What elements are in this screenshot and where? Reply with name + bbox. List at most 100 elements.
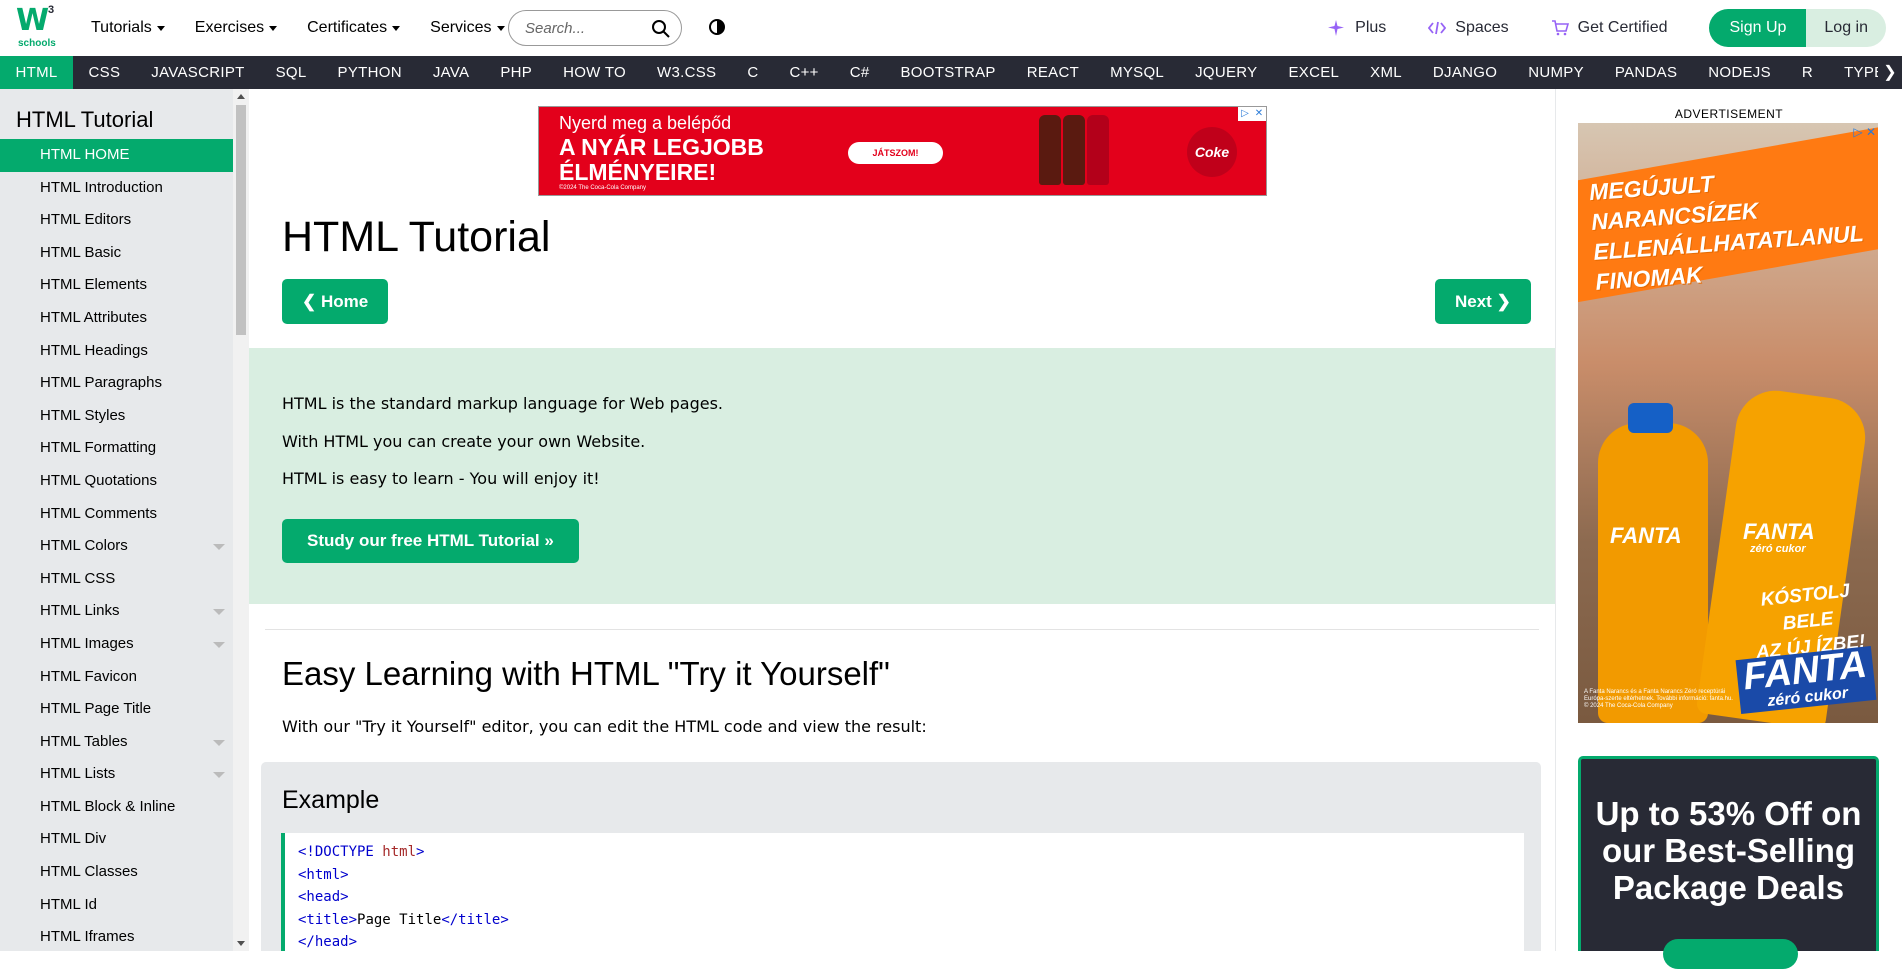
bottle-label: FANTA bbox=[1743, 519, 1815, 544]
intro-text: With HTML you can create your own Websit… bbox=[282, 432, 646, 451]
sidebar-item[interactable]: HTML Quotations bbox=[0, 465, 233, 498]
sidebar-item[interactable]: HTML Comments bbox=[0, 498, 233, 531]
sidebar-item[interactable]: HTML Elements bbox=[0, 269, 233, 302]
menu-exercises[interactable]: Exercises bbox=[195, 19, 278, 37]
sidebar-item[interactable]: HTML Div bbox=[0, 823, 233, 856]
expand-icon[interactable] bbox=[213, 641, 225, 648]
sidebar-item[interactable]: HTML Classes bbox=[0, 856, 233, 889]
sidebar-scrollbar[interactable] bbox=[233, 89, 249, 951]
ad-close-icon[interactable]: ▷ ✕ bbox=[1853, 125, 1876, 139]
log-in-button[interactable]: Log in bbox=[1806, 9, 1886, 47]
sidebar-item[interactable]: HTML HOME bbox=[0, 139, 233, 172]
contrast-toggle-icon[interactable] bbox=[708, 18, 726, 36]
code-icon bbox=[1428, 21, 1447, 35]
code-line: <title>Page Title</title> bbox=[298, 909, 1524, 932]
sidebar-item[interactable]: HTML Styles bbox=[0, 400, 233, 433]
subject-mysql[interactable]: MYSQL bbox=[1095, 56, 1180, 89]
subject-django[interactable]: DJANGO bbox=[1417, 56, 1512, 89]
promo-banner[interactable]: Up to 53% Off on our Best-Selling Packag… bbox=[1578, 756, 1879, 969]
subject-w3-css[interactable]: W3.CSS bbox=[642, 56, 732, 89]
subject-pandas[interactable]: PANDAS bbox=[1599, 56, 1692, 89]
scroll-up-icon[interactable] bbox=[237, 94, 245, 99]
menu-services[interactable]: Services bbox=[430, 19, 505, 37]
subject-excel[interactable]: EXCEL bbox=[1273, 56, 1355, 89]
intro-panel: HTML is the standard markup language for… bbox=[249, 348, 1555, 604]
menu-tutorials[interactable]: Tutorials bbox=[91, 19, 165, 37]
fanta-advertisement[interactable]: MEGÚJULT NARANCSÍZEK ELLENÁLLHATATLANUL … bbox=[1578, 123, 1878, 723]
search-box bbox=[508, 10, 682, 46]
subject-how-to[interactable]: HOW TO bbox=[548, 56, 642, 89]
study-tutorial-button[interactable]: Study our free HTML Tutorial » bbox=[282, 519, 579, 563]
next-label: Next bbox=[1455, 292, 1492, 311]
get-certified-link[interactable]: Get Certified bbox=[1551, 19, 1667, 37]
sidebar-item[interactable]: HTML Id bbox=[0, 889, 233, 922]
sidebar-item[interactable]: HTML Headings bbox=[0, 335, 233, 368]
sidebar-item[interactable]: HTML Images bbox=[0, 628, 233, 661]
subject-css[interactable]: CSS bbox=[73, 56, 136, 89]
sidebar-item[interactable]: HTML Links bbox=[0, 595, 233, 628]
expand-icon[interactable] bbox=[213, 609, 225, 616]
sidebar-item[interactable]: HTML Block & Inline bbox=[0, 791, 233, 824]
subject-c[interactable]: C++ bbox=[774, 56, 834, 89]
scroll-thumb[interactable] bbox=[236, 105, 246, 335]
sidebar-item[interactable]: HTML Paragraphs bbox=[0, 367, 233, 400]
spaces-link[interactable]: Spaces bbox=[1428, 19, 1509, 37]
sidebar-item-label: HTML Quotations bbox=[40, 471, 157, 489]
sidebar-item[interactable]: HTML Introduction bbox=[0, 172, 233, 205]
subject-python[interactable]: PYTHON bbox=[322, 56, 417, 89]
ad-close-icon[interactable]: ✕ bbox=[1252, 107, 1266, 121]
subject-javascript[interactable]: JAVASCRIPT bbox=[136, 56, 260, 89]
sidebar-item[interactable]: HTML Iframes bbox=[0, 921, 233, 951]
sidebar-item[interactable]: HTML CSS bbox=[0, 563, 233, 596]
code-tag: <!DOCTYPE bbox=[298, 844, 383, 860]
home-button[interactable]: ❮ Home bbox=[282, 279, 389, 324]
sidebar-item[interactable]: HTML Basic bbox=[0, 237, 233, 270]
ad-controls: ▷ ✕ bbox=[1238, 107, 1266, 121]
next-button[interactable]: Next ❯ bbox=[1435, 279, 1531, 324]
top-advertisement[interactable]: Nyerd meg a belépőd A NYÁR LEGJOBB ÉLMÉNY… bbox=[538, 106, 1267, 196]
subject-java[interactable]: JAVA bbox=[417, 56, 485, 89]
sidebar-item[interactable]: HTML Lists bbox=[0, 758, 233, 791]
subject-c[interactable]: C# bbox=[834, 56, 885, 89]
chevron-right-icon[interactable]: ❯ bbox=[1878, 56, 1902, 89]
sidebar-item[interactable]: HTML Tables bbox=[0, 726, 233, 759]
subject-nodejs[interactable]: NODEJS bbox=[1693, 56, 1787, 89]
right-column: ADVERTISEMENT MEGÚJULT NARANCSÍZEK ELLEN… bbox=[1556, 89, 1902, 969]
sidebar-item[interactable]: HTML Editors bbox=[0, 204, 233, 237]
menu-certificates[interactable]: Certificates bbox=[307, 19, 401, 37]
w3schools-logo[interactable]: W 3 schools bbox=[16, 4, 60, 49]
sidebar-item-label: HTML Links bbox=[40, 602, 120, 620]
sidebar-item[interactable]: HTML Formatting bbox=[0, 432, 233, 465]
subject-sql[interactable]: SQL bbox=[260, 56, 322, 89]
code-attr: html bbox=[382, 844, 417, 860]
subject-bootstrap[interactable]: BOOTSTRAP bbox=[885, 56, 1011, 89]
sidebar-item-label: HTML Favicon bbox=[40, 667, 137, 685]
sidebar-item-label: HTML Page Title bbox=[40, 700, 152, 718]
promo-button[interactable] bbox=[1663, 939, 1798, 969]
ad-info-icon[interactable]: ▷ bbox=[1238, 107, 1252, 121]
bottle-sublabel: zéró cukor bbox=[1750, 543, 1806, 555]
sidebar-item[interactable]: HTML Colors bbox=[0, 530, 233, 563]
caret-down-icon bbox=[156, 25, 165, 31]
subject-react[interactable]: REACT bbox=[1011, 56, 1094, 89]
expand-icon[interactable] bbox=[213, 739, 225, 746]
subject-c[interactable]: C bbox=[732, 56, 774, 89]
subject-xml[interactable]: XML bbox=[1355, 56, 1418, 89]
sidebar-item[interactable]: HTML Attributes bbox=[0, 302, 233, 335]
subject-php[interactable]: PHP bbox=[485, 56, 548, 89]
expand-icon[interactable] bbox=[213, 772, 225, 779]
ad-play-button[interactable]: JÁTSZOM! bbox=[848, 142, 943, 164]
subject-html[interactable]: HTML bbox=[0, 56, 74, 89]
subject-jquery[interactable]: JQUERY bbox=[1180, 56, 1273, 89]
subject-r[interactable]: R bbox=[1786, 56, 1828, 89]
sidebar-item[interactable]: HTML Favicon bbox=[0, 661, 233, 694]
plus-link[interactable]: Plus bbox=[1328, 19, 1386, 37]
search-input[interactable] bbox=[525, 19, 645, 37]
subject-numpy[interactable]: NUMPY bbox=[1513, 56, 1600, 89]
scroll-down-icon[interactable] bbox=[237, 941, 245, 946]
sidebar-item[interactable]: HTML Page Title bbox=[0, 693, 233, 726]
sign-up-button[interactable]: Sign Up bbox=[1709, 9, 1807, 47]
sidebar-item-label: HTML Images bbox=[40, 634, 134, 652]
search-icon[interactable] bbox=[651, 19, 671, 39]
expand-icon[interactable] bbox=[213, 544, 225, 551]
